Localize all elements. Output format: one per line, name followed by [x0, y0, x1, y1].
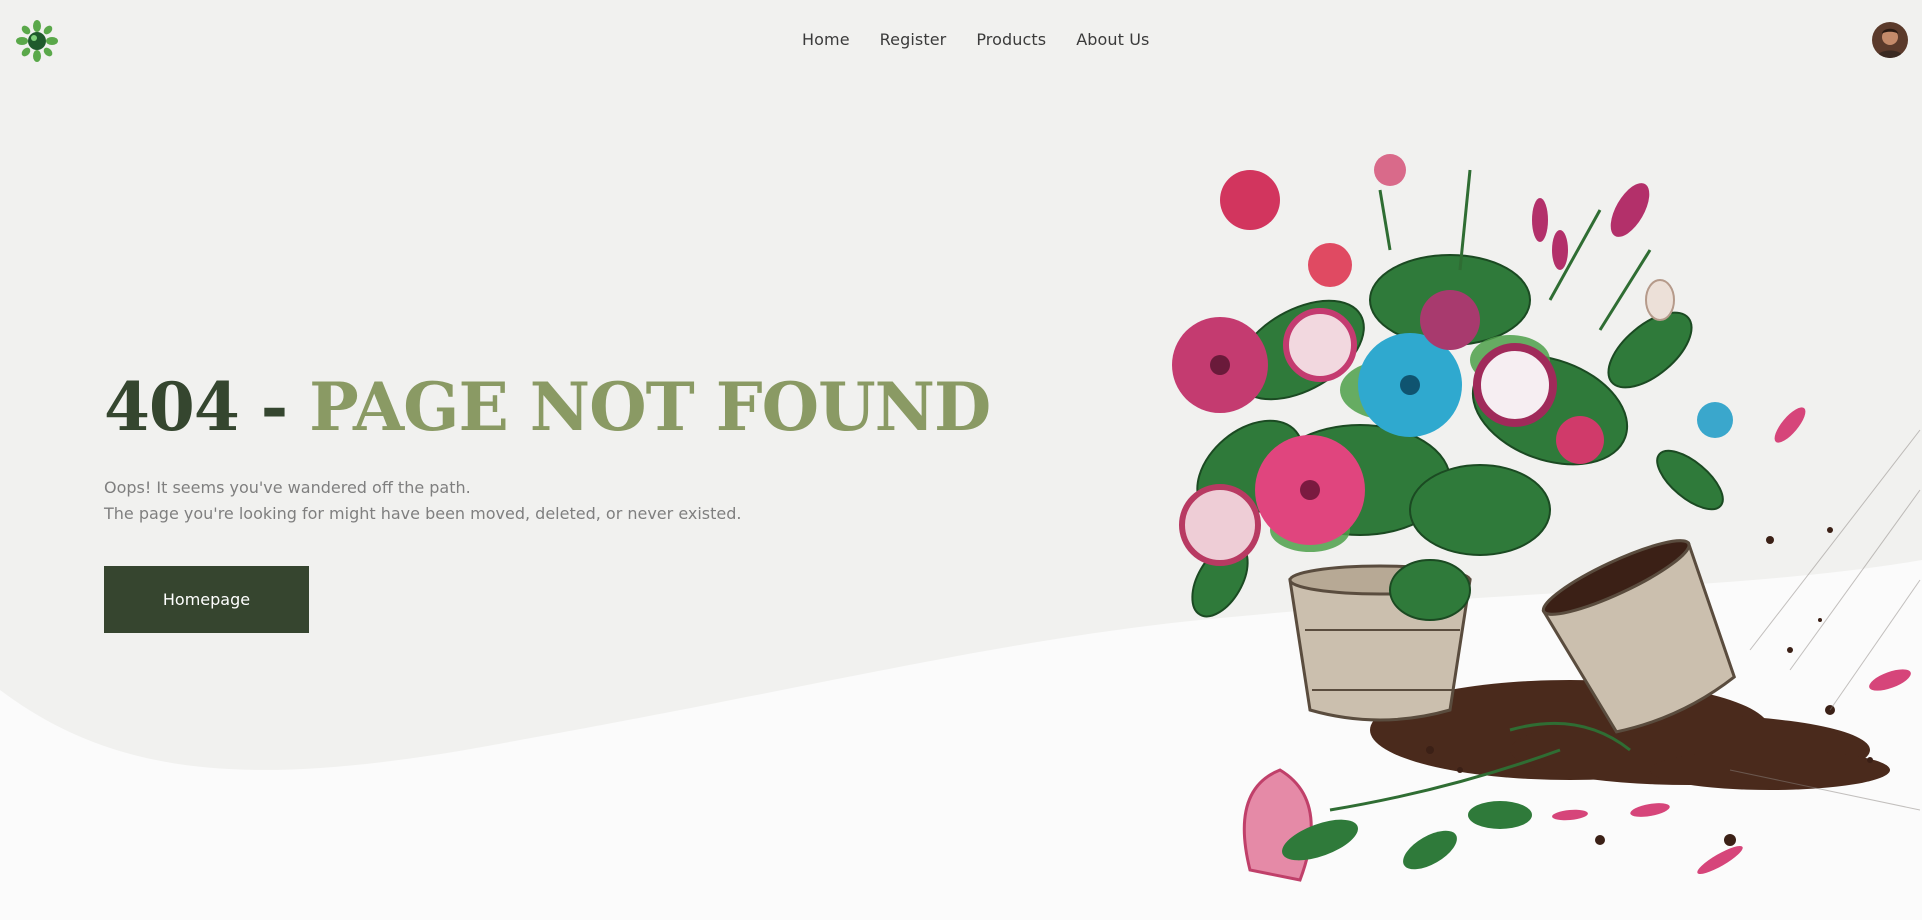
- nav-about-us[interactable]: About Us: [1076, 30, 1149, 49]
- nav-home[interactable]: Home: [802, 30, 850, 49]
- description-line-2: The page you're looking for might have b…: [104, 504, 742, 523]
- error-code: 404 -: [104, 368, 310, 446]
- nav-register[interactable]: Register: [880, 30, 947, 49]
- spilled-flower-pot-illustration: [1172, 154, 1921, 882]
- description-line-1: Oops! It seems you've wandered off the p…: [104, 478, 471, 497]
- main-nav: Home Register Products About Us: [802, 30, 1149, 49]
- error-description: Oops! It seems you've wandered off the p…: [104, 475, 741, 527]
- homepage-button[interactable]: Homepage: [104, 566, 309, 633]
- top-navbar: Home Register Products About Us: [0, 0, 1922, 82]
- page-title: 404 - PAGE NOT FOUND: [104, 374, 991, 440]
- user-avatar-icon[interactable]: [1872, 22, 1908, 58]
- leaf-globe-icon[interactable]: [16, 20, 58, 62]
- error-message-title: PAGE NOT FOUND: [309, 368, 991, 446]
- nav-products[interactable]: Products: [976, 30, 1046, 49]
- page: Home Register Products About Us 404 - PA…: [0, 0, 1922, 920]
